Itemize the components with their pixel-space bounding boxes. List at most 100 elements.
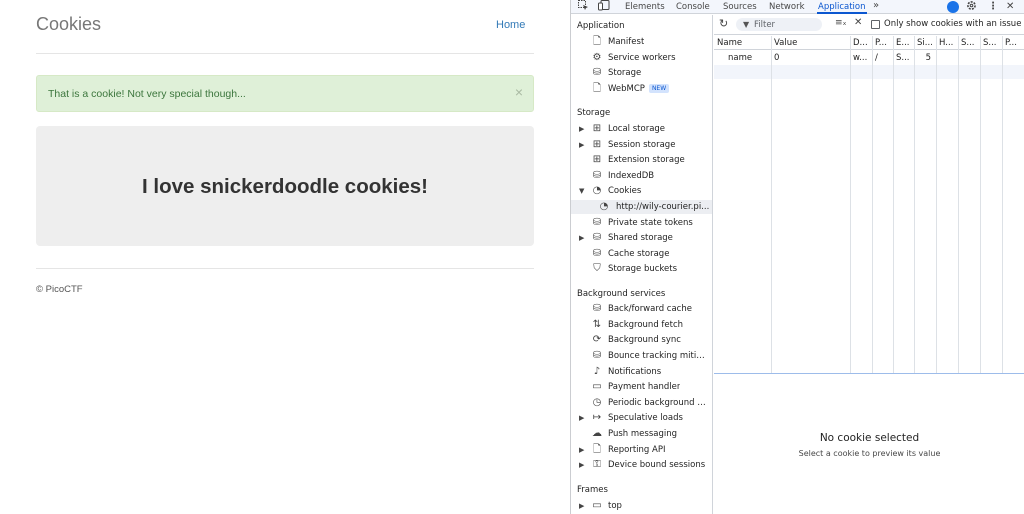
column-divider[interactable] xyxy=(893,36,894,374)
sidebar-item-indexeddb[interactable]: ⛁ IndexedDB xyxy=(571,169,712,183)
database-icon: ⛁ xyxy=(592,350,602,361)
alert-close-icon[interactable]: × xyxy=(515,84,523,100)
column-header-httponly[interactable]: H... xyxy=(936,36,958,50)
column-divider[interactable] xyxy=(914,36,915,374)
database-icon: ⛁ xyxy=(592,232,602,243)
cookies-toolbar: ↻ ▼ ≡ₓ ✕ Only show cookies with an issue xyxy=(714,15,1024,35)
column-header-size[interactable]: Si... xyxy=(914,36,936,50)
sidebar-item-local-storage[interactable]: ▶ ⊞ Local storage xyxy=(571,122,712,136)
sidebar-item-bounce-tracking[interactable]: ⛁ Bounce tracking mitig... xyxy=(571,349,712,363)
column-divider[interactable] xyxy=(872,36,873,374)
sidebar-item-cache-storage[interactable]: ⛁ Cache storage xyxy=(571,247,712,261)
sidebar-item-speculative-loads[interactable]: ▶ ↦ Speculative loads xyxy=(571,411,712,425)
expand-caret-icon[interactable]: ▶ xyxy=(579,139,584,151)
expand-caret-icon[interactable]: ▶ xyxy=(579,444,584,456)
sidebar-item-label: Shared storage xyxy=(608,233,673,243)
column-divider[interactable] xyxy=(1002,36,1003,374)
sidebar-item-storage-buckets[interactable]: ⛉ Storage buckets xyxy=(571,262,712,276)
table-row[interactable]: name 0 w... / S... 5 xyxy=(714,51,1024,65)
column-header-value[interactable]: Value xyxy=(771,36,850,50)
sidebar-item-cookies[interactable]: ▼ ◔ Cookies xyxy=(571,184,712,198)
tab-console[interactable]: Console xyxy=(676,1,710,13)
sidebar-item-storage[interactable]: ⛁ Storage xyxy=(571,66,712,80)
bucket-icon: ⛉ xyxy=(593,263,601,274)
sidebar-item-label: Bounce tracking mitig... xyxy=(608,351,708,361)
tab-network[interactable]: Network xyxy=(769,1,805,13)
column-header-partition[interactable]: P... xyxy=(1002,36,1024,50)
sidebar-item-payment-handler[interactable]: ▭ Payment handler xyxy=(571,380,712,394)
document-icon: 🗋 xyxy=(592,36,602,47)
cookie-icon: ◔ xyxy=(599,201,609,212)
column-header-expires[interactable]: E... xyxy=(893,36,914,50)
column-divider[interactable] xyxy=(936,36,937,374)
device-toolbar-icon[interactable] xyxy=(598,0,610,15)
sidebar-item-cookie-origin[interactable]: ◔ http://wily-courier.pi... xyxy=(571,200,712,214)
database-icon: ⛁ xyxy=(592,303,602,314)
gear-icon[interactable] xyxy=(966,0,977,15)
grid-icon: ⊞ xyxy=(592,123,602,134)
home-link[interactable]: Home xyxy=(496,19,525,31)
delete-selected-icon[interactable]: ✕ xyxy=(854,17,862,29)
inspect-element-icon[interactable] xyxy=(578,0,589,15)
cookie-domain: w... xyxy=(853,53,868,63)
expand-caret-icon[interactable]: ▶ xyxy=(579,232,584,244)
close-icon[interactable]: ✕ xyxy=(1006,0,1014,13)
cookie-expires: S... xyxy=(896,53,910,63)
kebab-menu-icon[interactable]: ⋮ xyxy=(988,0,998,13)
column-divider[interactable] xyxy=(980,36,981,374)
filter-box[interactable]: ▼ xyxy=(736,18,822,31)
sidebar-item-notifications[interactable]: ♪ Notifications xyxy=(571,365,712,379)
table-row-empty xyxy=(714,65,1024,79)
column-header-samesite[interactable]: S... xyxy=(980,36,1002,50)
sidebar-item-label: Storage buckets xyxy=(608,264,678,274)
clear-all-cookies-icon[interactable]: ≡ₓ xyxy=(835,17,847,29)
sidebar-item-session-storage[interactable]: ▶ ⊞ Session storage xyxy=(571,138,712,152)
header-divider xyxy=(36,53,534,54)
collapse-caret-icon[interactable]: ▼ xyxy=(579,185,584,197)
ai-assistance-icon[interactable] xyxy=(947,1,959,13)
tab-elements[interactable]: Elements xyxy=(625,1,665,13)
only-issues-checkbox[interactable] xyxy=(871,20,880,29)
sidebar-item-device-bound-sessions[interactable]: ▶ ⚿ Device bound sessions xyxy=(571,458,712,472)
more-tabs-icon[interactable]: » xyxy=(873,0,879,12)
devtools-panel: Elements Console Sources Network Applica… xyxy=(570,0,1024,514)
sidebar-item-label: Device bound sessions xyxy=(608,460,706,470)
expand-caret-icon[interactable]: ▶ xyxy=(579,412,584,424)
web-page: Cookies Home That is a cookie! Not very … xyxy=(0,0,570,514)
sidebar-item-back-forward-cache[interactable]: ⛁ Back/forward cache xyxy=(571,302,712,316)
expand-caret-icon[interactable]: ▶ xyxy=(579,123,584,135)
filter-input[interactable] xyxy=(754,18,818,31)
sidebar-item-service-workers[interactable]: ⚙ Service workers xyxy=(571,51,712,65)
sidebar-item-shared-storage[interactable]: ▶ ⛁ Shared storage xyxy=(571,231,712,245)
tab-sources[interactable]: Sources xyxy=(723,1,757,13)
column-header-domain[interactable]: D... xyxy=(850,36,872,50)
column-header-secure[interactable]: S... xyxy=(958,36,980,50)
column-divider[interactable] xyxy=(850,36,851,374)
sidebar-item-manifest[interactable]: 🗋 Manifest xyxy=(571,35,712,49)
column-divider[interactable] xyxy=(958,36,959,374)
expand-caret-icon[interactable]: ▶ xyxy=(579,500,584,512)
sidebar-item-label: top xyxy=(608,501,622,511)
sync-icon: ⟳ xyxy=(592,334,602,345)
sidebar-item-background-fetch[interactable]: ⇅ Background fetch xyxy=(571,318,712,332)
footer-divider xyxy=(36,268,534,269)
sidebar-item-label: Storage xyxy=(608,68,642,78)
sidebar-item-private-state-tokens[interactable]: ⛁ Private state tokens xyxy=(571,216,712,230)
column-header-name[interactable]: Name xyxy=(714,36,771,50)
new-badge: NEW xyxy=(648,84,670,93)
sidebar-item-webmcp[interactable]: 🗋 WebMCP NEW xyxy=(571,82,712,96)
column-divider[interactable] xyxy=(771,36,772,374)
sidebar-item-periodic-background-sync[interactable]: ◷ Periodic background s... xyxy=(571,396,712,410)
active-tab-indicator xyxy=(817,12,867,14)
sidebar-item-extension-storage[interactable]: ⊞ Extension storage xyxy=(571,153,712,167)
sidebar-item-reporting-api[interactable]: ▶ 🗋 Reporting API xyxy=(571,443,712,457)
column-header-path[interactable]: P... xyxy=(872,36,893,50)
sidebar-item-top-frame[interactable]: ▶ ▭ top xyxy=(571,499,712,513)
refresh-icon[interactable]: ↻ xyxy=(719,18,728,30)
filter-icon: ▼ xyxy=(743,20,750,29)
sidebar-item-label: Reporting API xyxy=(608,445,666,455)
sidebar-item-push-messaging[interactable]: ☁ Push messaging xyxy=(571,427,712,441)
expand-caret-icon[interactable]: ▶ xyxy=(579,459,584,471)
sidebar-item-background-sync[interactable]: ⟳ Background sync xyxy=(571,333,712,347)
sidebar-section-frames: Frames xyxy=(577,485,608,495)
